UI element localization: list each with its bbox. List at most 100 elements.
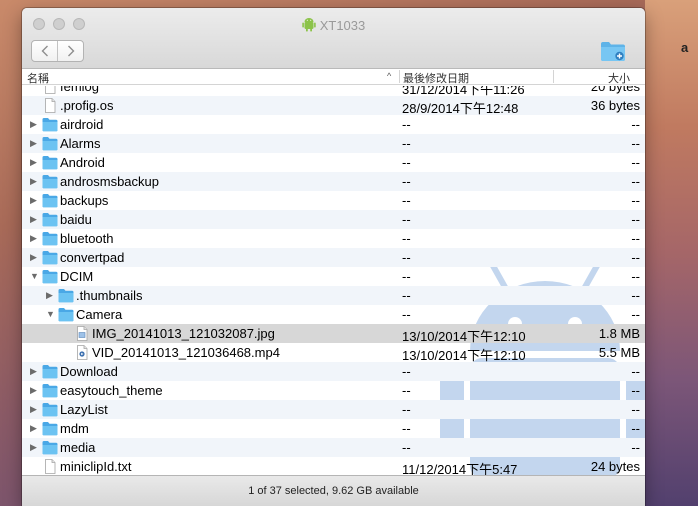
folder-row[interactable]: ▼ DCIM -- -- <box>22 267 645 286</box>
folder-row[interactable]: ▶ Android -- -- <box>22 153 645 172</box>
folder-icon <box>42 269 58 284</box>
disclosure-collapsed-icon[interactable]: ▶ <box>30 118 40 130</box>
row-name: .thumbnails <box>76 288 143 303</box>
document-icon <box>42 459 58 474</box>
disclosure-collapsed-icon[interactable]: ▶ <box>30 137 40 149</box>
row-name: media <box>60 440 96 455</box>
folder-icon <box>42 402 58 417</box>
row-name: baidu <box>60 212 92 227</box>
video-file-icon <box>74 345 90 360</box>
row-modified: -- <box>402 117 411 132</box>
row-name: bluetooth <box>60 231 114 246</box>
folder-row[interactable]: ▶ Download -- -- <box>22 362 645 381</box>
new-folder-button[interactable] <box>600 40 626 62</box>
row-size: -- <box>631 440 640 455</box>
row-size: -- <box>631 383 640 398</box>
row-modified: -- <box>402 269 411 284</box>
row-name: IMG_20141013_121032087.jpg <box>92 326 275 341</box>
row-size: -- <box>631 421 640 436</box>
folder-row[interactable]: ▶ media -- -- <box>22 438 645 457</box>
disclosure-collapsed-icon[interactable]: ▶ <box>46 289 56 301</box>
row-name: airdroid <box>60 117 104 132</box>
folder-row[interactable]: ▶ backups -- -- <box>22 191 645 210</box>
finder-window: XT1033 名稱 ^ 最後修改日期 大小 femlog 31/12/2014下… <box>22 8 645 506</box>
folder-row[interactable]: ▶ .thumbnails -- -- <box>22 286 645 305</box>
disclosure-collapsed-icon[interactable]: ▶ <box>30 251 40 263</box>
folder-row[interactable]: ▶ LazyList -- -- <box>22 400 645 419</box>
row-name: VID_20141013_121036468.mp4 <box>92 345 280 360</box>
row-size: -- <box>631 117 640 132</box>
file-row[interactable]: miniclipId.txt 11/12/2014下午5:47 24 bytes <box>22 457 645 475</box>
desktop-icon-label[interactable]: a <box>681 40 688 55</box>
disclosure-collapsed-icon[interactable]: ▶ <box>30 365 40 377</box>
column-size-header[interactable]: 大小 <box>608 70 630 86</box>
row-modified: -- <box>402 136 411 151</box>
folder-icon <box>42 136 58 151</box>
image-file-icon <box>74 326 90 341</box>
folder-row[interactable]: ▶ Alarms -- -- <box>22 134 645 153</box>
window-title-text: XT1033 <box>319 18 366 33</box>
chevron-left-icon <box>41 45 48 57</box>
back-button[interactable] <box>32 41 57 61</box>
folder-icon <box>58 307 74 322</box>
folder-icon <box>58 288 74 303</box>
android-icon <box>302 18 316 32</box>
chevron-right-icon <box>67 45 75 57</box>
row-name: easytouch_theme <box>60 383 163 398</box>
sort-ascending-icon: ^ <box>387 71 392 81</box>
file-list[interactable]: femlog 31/12/2014下午11:26 20 bytes .profig.o… <box>22 86 645 475</box>
disclosure-collapsed-icon[interactable]: ▶ <box>30 232 40 244</box>
folder-row[interactable]: ▶ androsmsbackup -- -- <box>22 172 645 191</box>
row-size: 1.8 MB <box>598 326 640 341</box>
row-size: 24 bytes <box>590 459 640 474</box>
folder-row[interactable]: ▶ airdroid -- -- <box>22 115 645 134</box>
disclosure-collapsed-icon[interactable]: ▶ <box>30 194 40 206</box>
column-divider[interactable] <box>553 70 554 83</box>
folder-row[interactable]: ▶ easytouch_theme -- -- <box>22 381 645 400</box>
disclosure-collapsed-icon[interactable]: ▶ <box>30 213 40 225</box>
new-folder-icon <box>601 42 625 61</box>
row-modified: 11/12/2014下午5:47 <box>402 462 518 475</box>
row-size: -- <box>631 231 640 246</box>
title-bar[interactable]: XT1033 <box>22 8 645 69</box>
disclosure-collapsed-icon[interactable]: ▶ <box>30 441 40 453</box>
folder-row[interactable]: ▶ mdm -- -- <box>22 419 645 438</box>
folder-icon <box>42 117 58 132</box>
folder-icon <box>42 250 58 265</box>
folder-icon <box>42 440 58 455</box>
folder-row[interactable]: ▶ bluetooth -- -- <box>22 229 645 248</box>
disclosure-expanded-icon[interactable]: ▼ <box>46 308 56 320</box>
disclosure-collapsed-icon[interactable]: ▶ <box>30 156 40 168</box>
document-icon <box>42 98 58 113</box>
column-modified-header[interactable]: 最後修改日期 <box>403 70 469 86</box>
folder-row[interactable]: ▶ convertpad -- -- <box>22 248 645 267</box>
folder-row[interactable]: ▶ baidu -- -- <box>22 210 645 229</box>
file-row[interactable]: .profig.os 28/9/2014下午12:48 36 bytes <box>22 96 645 116</box>
disclosure-collapsed-icon[interactable]: ▶ <box>30 175 40 187</box>
column-name-header[interactable]: 名稱 <box>27 70 49 86</box>
column-header: 名稱 ^ 最後修改日期 大小 <box>22 69 645 85</box>
row-size: 36 bytes <box>590 98 640 113</box>
disclosure-collapsed-icon[interactable]: ▶ <box>30 403 40 415</box>
file-row[interactable]: IMG_20141013_121032087.jpg 13/10/2014下午12… <box>22 324 645 344</box>
folder-row[interactable]: ▼ Camera -- -- <box>22 305 645 324</box>
disclosure-expanded-icon[interactable]: ▼ <box>30 270 40 282</box>
row-modified: -- <box>402 250 411 265</box>
row-size: -- <box>631 250 640 265</box>
file-row[interactable]: femlog 31/12/2014下午11:26 20 bytes <box>22 86 645 97</box>
row-size: -- <box>631 136 640 151</box>
row-size: -- <box>631 307 640 322</box>
row-name: femlog <box>60 86 100 94</box>
navigation-buttons <box>31 40 84 62</box>
row-modified: -- <box>402 155 411 170</box>
row-size: -- <box>631 212 640 227</box>
row-name: convertpad <box>60 250 125 265</box>
disclosure-collapsed-icon[interactable]: ▶ <box>30 422 40 434</box>
row-name: Camera <box>76 307 123 322</box>
disclosure-collapsed-icon[interactable]: ▶ <box>30 384 40 396</box>
column-divider[interactable] <box>399 70 400 83</box>
forward-button[interactable] <box>57 41 83 61</box>
file-row[interactable]: VID_20141013_121036468.mp4 13/10/2014下午12… <box>22 343 645 363</box>
row-modified: -- <box>402 288 411 303</box>
row-name: Download <box>60 364 118 379</box>
